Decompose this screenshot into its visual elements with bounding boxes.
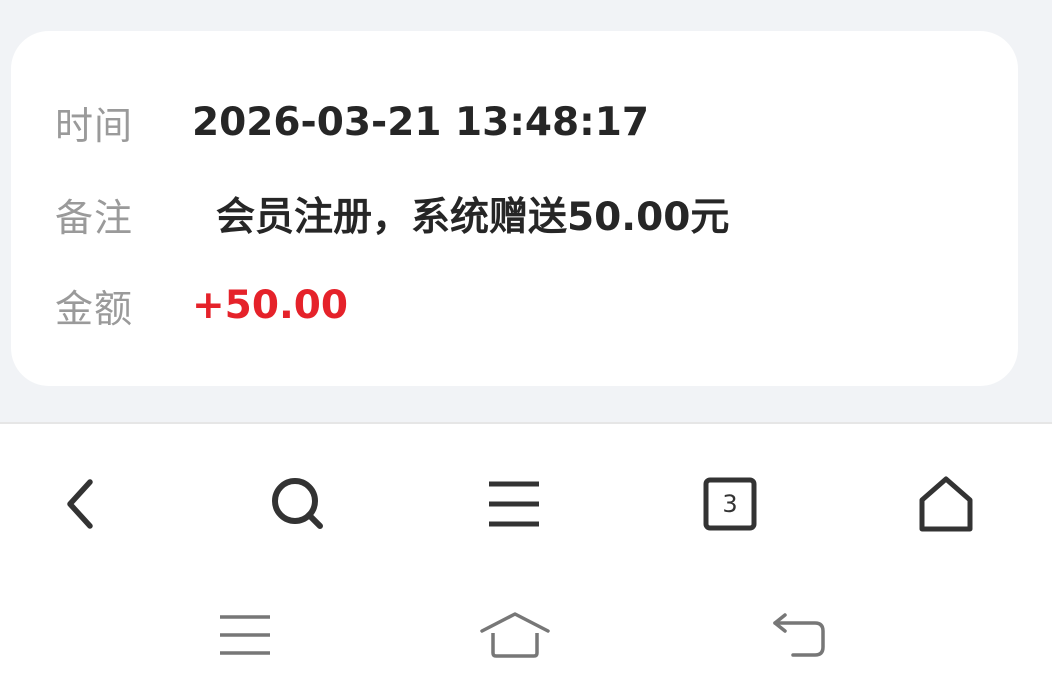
- menu-button[interactable]: [474, 464, 554, 544]
- amount-row: 金额 +50.00: [55, 277, 348, 333]
- menu-icon: [220, 615, 270, 655]
- chevron-left-icon: [67, 479, 93, 529]
- back-button[interactable]: [42, 464, 122, 544]
- home-icon: [919, 476, 973, 532]
- browser-toolbar: 3: [0, 422, 1052, 574]
- home-icon: [480, 612, 550, 658]
- search-button[interactable]: [258, 464, 338, 544]
- amount-label: 金额: [55, 286, 134, 331]
- back-icon: [773, 613, 825, 657]
- amount-value: +50.00: [192, 282, 349, 328]
- time-label: 时间: [55, 103, 134, 148]
- system-home-button[interactable]: [475, 603, 555, 667]
- remark-label: 备注: [55, 195, 134, 240]
- remark-value: 会员注册，系统赠送50.00元: [216, 195, 730, 240]
- system-back-button[interactable]: [759, 603, 839, 667]
- system-menu-button[interactable]: [205, 603, 285, 667]
- hamburger-menu-icon: [489, 481, 539, 527]
- home-button[interactable]: [906, 464, 986, 544]
- time-row: 时间 2026-03-21 13:48:17: [55, 94, 649, 150]
- tabs-button[interactable]: 3: [690, 464, 770, 544]
- tabs-count: 3: [722, 490, 738, 518]
- system-navigation-bar: [0, 573, 1052, 696]
- search-icon: [272, 478, 323, 529]
- time-value: 2026-03-21 13:48:17: [192, 99, 650, 145]
- remark-row: 备注 会员注册，系统赠送50.00元: [55, 186, 729, 242]
